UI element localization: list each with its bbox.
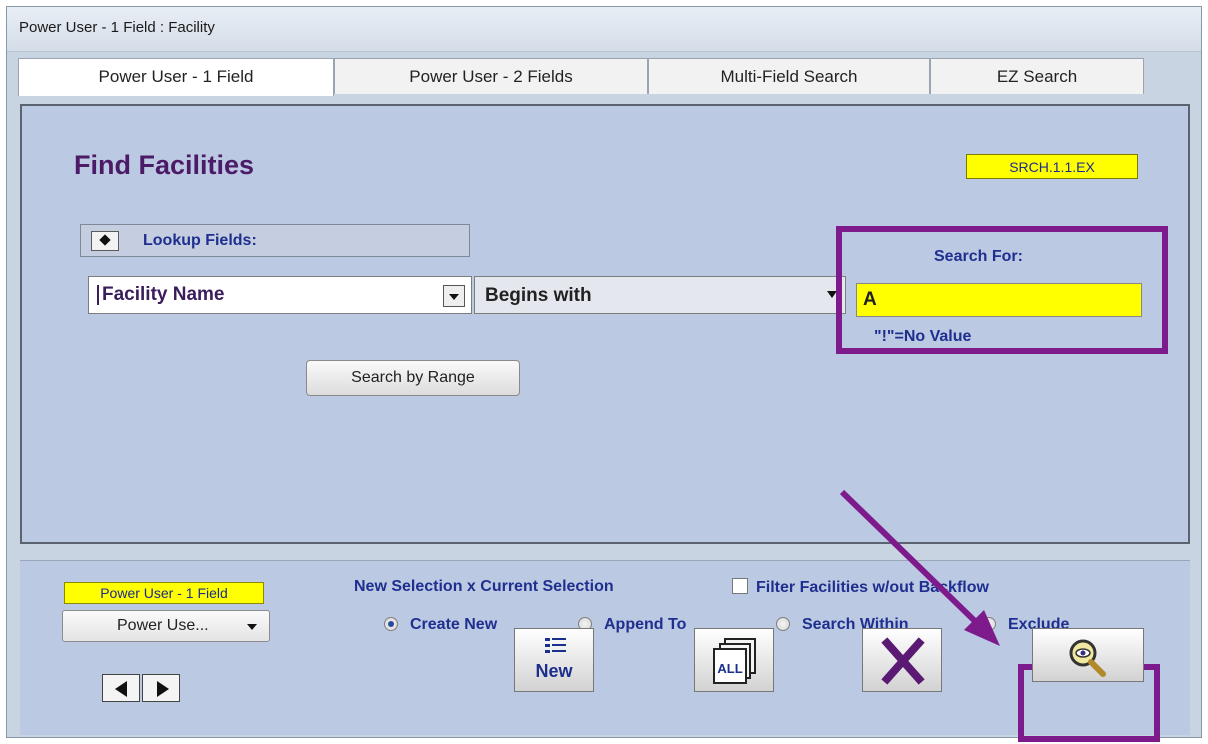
radio-dot[interactable] — [384, 617, 398, 631]
radio-dot[interactable] — [982, 617, 996, 631]
x-icon — [881, 637, 925, 685]
tab-multi-field-search[interactable]: Multi-Field Search — [648, 58, 930, 94]
triangle-left-icon[interactable] — [102, 674, 140, 702]
filter-checkbox[interactable] — [732, 578, 748, 594]
close-button[interactable] — [862, 628, 942, 692]
tab-power-user-1-field[interactable]: Power User - 1 Field — [18, 58, 334, 96]
new-button[interactable]: New — [514, 628, 594, 692]
chevron-down-icon[interactable] — [443, 285, 465, 307]
mode-select[interactable]: Power Use... — [62, 610, 270, 642]
lookup-fields-bar: Lookup Fields: — [80, 224, 470, 257]
radio-label: Append To — [604, 616, 687, 633]
radio-label: Create New — [410, 616, 498, 633]
tab-power-user-2-fields[interactable]: Power User - 2 Fields — [334, 58, 648, 94]
no-value-hint: "!"=No Value — [874, 328, 972, 345]
radio-dot[interactable] — [776, 617, 790, 631]
operator-select[interactable]: Begins with — [474, 276, 846, 314]
search-for-label: Search For: — [934, 248, 1023, 265]
radio-create-new[interactable]: Create New — [384, 616, 497, 634]
tab-ez-search[interactable]: EZ Search — [930, 58, 1144, 94]
field-select-value: Facility Name — [97, 285, 225, 305]
search-input[interactable]: A — [856, 283, 1142, 317]
page-title: Find Facilities — [74, 150, 255, 180]
screen-code-badge: SRCH.1.1.EX — [966, 154, 1138, 179]
chevron-down-icon — [247, 624, 257, 630]
stacked-files-all-icon: ALL — [713, 638, 756, 684]
title-bar: Power User - 1 Field : Facility — [7, 7, 1201, 52]
search-by-range-button[interactable]: Search by Range — [306, 360, 520, 396]
window-title: Power User - 1 Field : Facility — [19, 19, 215, 36]
new-button-label: New — [535, 661, 573, 681]
search-for-frame: Search For: A "!"=No Value — [836, 226, 1168, 354]
operator-select-value: Begins with — [485, 285, 592, 306]
all-button[interactable]: ALL — [694, 628, 774, 692]
lookup-fields-label: Lookup Fields: — [143, 232, 257, 249]
all-button-label: ALL — [717, 661, 742, 676]
mode-badge: Power User - 1 Field — [64, 582, 264, 604]
selection-heading: New Selection x Current Selection — [354, 578, 614, 595]
filter-backflow[interactable]: Filter Facilities w/out Backflow — [732, 578, 989, 597]
mode-select-value: Power Use... — [117, 617, 209, 634]
record-nav — [102, 674, 222, 710]
magnifier-eye-icon — [1069, 639, 1106, 677]
field-select[interactable]: Facility Name — [88, 276, 472, 314]
list-new-icon — [545, 638, 566, 653]
triangle-right-icon[interactable] — [142, 674, 180, 702]
execute-search-button[interactable] — [1032, 628, 1144, 682]
diamond-toggle-icon[interactable] — [91, 231, 119, 251]
filter-label: Filter Facilities w/out Backflow — [756, 579, 989, 596]
